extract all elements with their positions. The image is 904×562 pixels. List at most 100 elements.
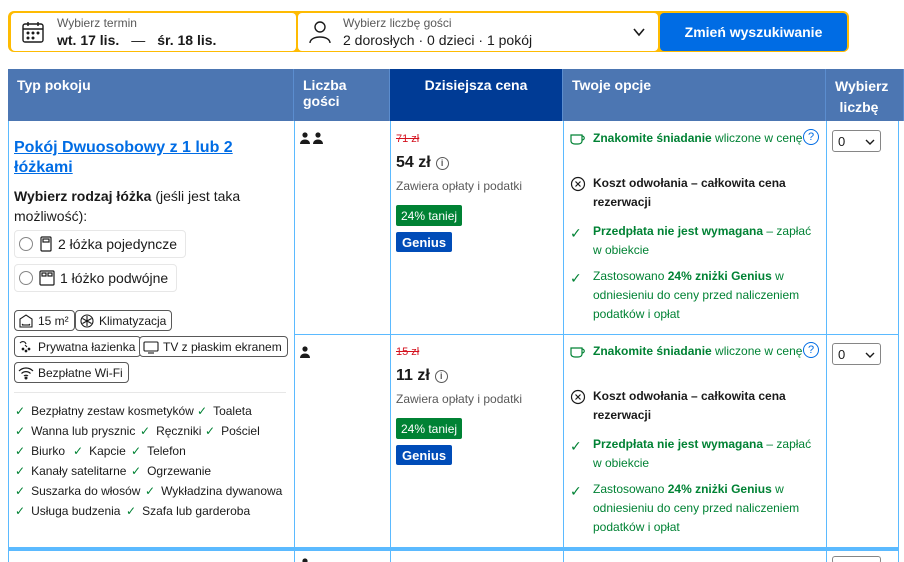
quantity-select[interactable] [832, 556, 881, 562]
chip-label: Prywatna łazienka [38, 339, 136, 354]
grid-line [294, 334, 898, 335]
facility-label: Bezpłatny zestaw kosmetyków [31, 404, 194, 418]
coffee-cup-icon [570, 134, 585, 145]
change-search-button[interactable]: Zmień wyszukiwanie [660, 13, 847, 51]
header-today-price: Dzisiejsza cena [390, 69, 563, 121]
help-icon[interactable]: ? [803, 342, 819, 358]
check-icon: ✓ [15, 444, 26, 458]
guests-value: 2 dorosłych · 0 dzieci · 1 pokój [343, 32, 533, 48]
grid-line [390, 121, 391, 562]
genius-pre: Zastosowano [593, 482, 668, 496]
facility-label: Pościel [221, 424, 260, 438]
chip-label: TV z płaskim ekranem [163, 339, 282, 354]
bed-option-twin[interactable]: 2 łóżka pojedyncze [14, 230, 187, 258]
bed-option-label: 1 łóżko podwójne [60, 270, 169, 286]
facility-label: Kanały satelitarne [31, 464, 127, 478]
quantity-value: 0 [838, 346, 846, 362]
info-icon[interactable]: i [435, 156, 449, 170]
option-genius-discount: ✓ Zastosowano 24% zniżki Genius w odnies… [570, 480, 815, 537]
chip-flat-tv: TV z płaskim ekranem [139, 336, 288, 357]
option-genius-discount: ✓ Zastosowano 24% zniżki Genius w odnies… [570, 267, 815, 324]
radio-button[interactable] [19, 271, 33, 285]
chip-air-conditioning: Klimatyzacja [75, 310, 173, 331]
check-icon: ✓ [15, 404, 26, 418]
bed-option-label: 2 łóżka pojedyncze [58, 236, 178, 252]
facility-label: Toaleta [213, 404, 252, 418]
facility-label: Wykładzina dywanowa [161, 484, 283, 498]
grid-line [563, 121, 564, 562]
prepay-bold: Przedpłata nie jest wymagana [593, 224, 764, 238]
divider [14, 392, 286, 393]
header-room-type: Typ pokoju [8, 69, 294, 121]
radio-button[interactable] [19, 237, 33, 251]
facility-item: ✓ Wanna lub prysznic [15, 424, 135, 438]
facility-item: ✓ Ręczniki [140, 424, 201, 438]
genius-badge: Genius [396, 445, 453, 465]
room-size-icon [19, 313, 33, 328]
facility-label: Suszarka do włosów [31, 484, 141, 498]
two-persons-icon [300, 132, 323, 144]
coffee-cup-icon [570, 347, 585, 358]
check-icon: ✓ [570, 270, 582, 286]
option-cancellation: Koszt odwołania – całkowita cena rezerwa… [570, 387, 815, 425]
one-person-icon [300, 346, 310, 358]
facility-label: Biurko [31, 444, 66, 458]
check-icon: ✓ [140, 424, 151, 438]
genius-bold: 24% zniżki Genius [667, 482, 772, 496]
single-bed-icon [40, 236, 52, 252]
header-options: Twoje opcje [563, 69, 826, 121]
facility-label: Usługa budzenia [31, 504, 121, 518]
price-value: 54 zł [396, 154, 431, 171]
facility-label: Ręczniki [156, 424, 202, 438]
help-icon[interactable]: ? [803, 129, 819, 145]
breakfast-rest: wliczone w cenę [711, 131, 803, 145]
bed-choice-bold: Wybierz rodzaj łóżka [14, 188, 152, 204]
chevron-down-icon [865, 352, 875, 358]
check-icon: ✓ [570, 483, 582, 499]
price: 54 zł i [396, 154, 449, 172]
chip-label: Bezpłatne Wi-Fi [38, 365, 123, 380]
chip-room-size: 15 m² [14, 310, 75, 331]
price: 11 zł i [396, 367, 448, 385]
chip-private-bathroom: Prywatna łazienka [14, 336, 142, 357]
info-icon[interactable]: i [434, 369, 448, 383]
quantity-select[interactable]: 0 [832, 130, 881, 152]
cancellation-text: Koszt odwołania – całkowita cena rezerwa… [593, 176, 786, 209]
option-breakfast: Znakomite śniadanie wliczone w cenę [570, 342, 815, 361]
taxes-note: Zawiera opłaty i podatki [396, 179, 523, 193]
grid-line [898, 121, 899, 562]
discount-badge: 24% taniej [396, 418, 463, 439]
option-cancellation: Koszt odwołania – całkowita cena rezerwa… [570, 174, 815, 212]
check-icon: ✓ [73, 444, 84, 458]
quantity-select[interactable]: 0 [832, 343, 881, 365]
one-person-icon [302, 558, 308, 562]
grid-line [294, 121, 295, 562]
option-prepayment: ✓ Przedpłata nie jest wymagana – zapłać … [570, 222, 815, 260]
facility-item: ✓ Kanały satelitarne [15, 464, 126, 478]
facility-item: ✓ Kapcie [73, 444, 126, 458]
dates-label: Wybierz termin [57, 16, 137, 30]
cancellation-text: Koszt odwołania – całkowita cena rezerwa… [593, 389, 786, 422]
bed-option-double[interactable]: 1 łóżko podwójne [14, 264, 178, 292]
prepay-bold: Przedpłata nie jest wymagana [593, 437, 764, 451]
check-icon: ✓ [145, 484, 156, 498]
calendar-icon [22, 22, 44, 43]
check-icon: ✓ [570, 225, 582, 241]
facility-item: ✓ Ogrzewanie [131, 464, 211, 478]
check-icon: ✓ [197, 404, 208, 418]
dates-value: wt. 17 lis. — śr. 18 lis. [57, 32, 216, 48]
room-name-link[interactable]: Pokój Dwuosobowy z 1 lub 2 łóżkami [14, 138, 254, 178]
chip-label: Klimatyzacja [99, 313, 167, 328]
facility-item: ✓ Pościel [205, 424, 260, 438]
guests-picker[interactable]: Wybierz liczbę gości 2 dorosłych · 0 dzi… [298, 13, 658, 51]
facility-label: Szafa lub garderoba [142, 504, 251, 518]
chip-label: 15 m² [38, 313, 69, 328]
check-icon: ✓ [131, 444, 142, 458]
grid-line [8, 121, 9, 562]
date-picker[interactable]: Wybierz termin wt. 17 lis. — śr. 18 lis. [11, 13, 296, 51]
bed-choice-title: Wybierz rodzaj łóżka (jeśli jest taka mo… [14, 186, 284, 226]
genius-pre: Zastosowano [593, 269, 668, 283]
chevron-down-icon [633, 28, 645, 37]
facility-item: ✓ Wykładzina dywanowa [145, 484, 282, 498]
facility-item: ✓ Suszarka do włosów [15, 484, 140, 498]
